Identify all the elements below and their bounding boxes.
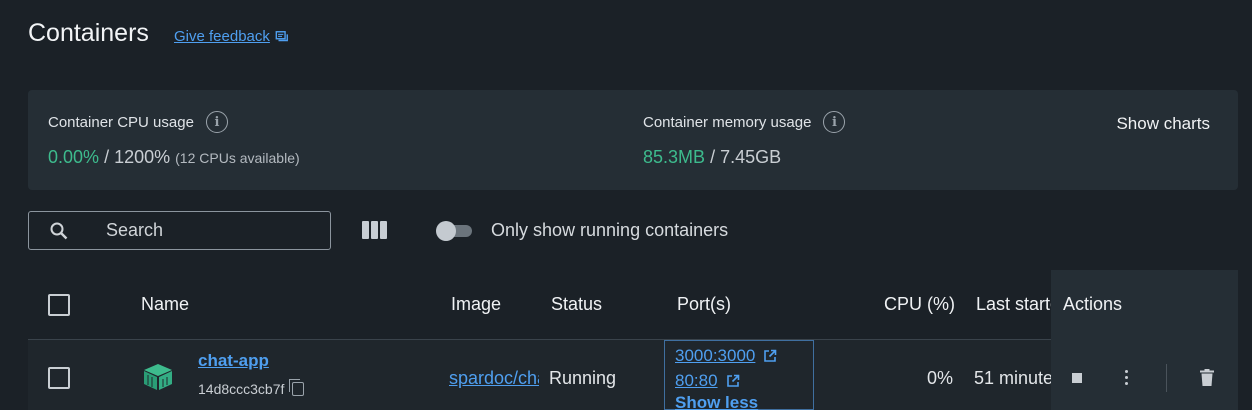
search-input[interactable] <box>106 220 306 241</box>
give-feedback-label: Give feedback <box>174 28 270 45</box>
column-cpu[interactable]: CPU (%) <box>884 294 955 315</box>
container-id: 14d8ccc3cb7f <box>198 379 305 397</box>
more-options-icon[interactable] <box>1125 370 1128 385</box>
cpu-total: / 1200% <box>104 147 171 167</box>
cpu-value: 0% <box>926 368 953 388</box>
stop-icon[interactable] <box>1072 373 1082 383</box>
info-icon[interactable]: i <box>823 111 846 133</box>
memory-usage-label-row: Container memory usage i <box>643 111 846 133</box>
show-less-link[interactable]: Show less <box>675 393 758 410</box>
columns-icon[interactable] <box>362 221 387 239</box>
column-ports[interactable]: Port(s) <box>677 294 731 315</box>
trash-icon[interactable] <box>1200 369 1214 386</box>
ports-cell: 3000:3000 80:80 Show less <box>664 340 814 410</box>
search-icon <box>50 222 68 239</box>
last-started-value: 51 minutes ago <box>974 368 1051 388</box>
column-actions: Actions <box>1063 294 1123 314</box>
external-link-icon <box>726 374 739 387</box>
external-link-icon <box>764 349 777 362</box>
container-id-text: 14d8ccc3cb7f <box>198 381 285 397</box>
give-feedback-link[interactable]: Give feedback <box>174 28 289 45</box>
column-last-started[interactable]: Last started <box>976 294 1051 315</box>
image-link[interactable]: spardoc/chat-app <box>449 368 539 389</box>
show-charts-button[interactable]: Show charts <box>1116 114 1210 134</box>
cpu-usage-label: Container CPU usage <box>48 113 194 131</box>
status-text: Running <box>549 368 617 388</box>
column-status[interactable]: Status <box>551 294 602 315</box>
memory-usage-value: 85.3MB / 7.45GB <box>643 147 781 168</box>
container-icon <box>144 364 172 390</box>
running-only-toggle[interactable] <box>436 221 472 241</box>
memory-usage-label: Container memory usage <box>643 113 812 131</box>
cpu-usage-label-row: Container CPU usage i <box>48 111 228 133</box>
running-only-label: Only show running containers <box>491 220 729 240</box>
port-link[interactable]: 80:80 <box>675 368 803 393</box>
action-divider <box>1166 364 1167 392</box>
info-icon[interactable]: i <box>205 111 228 133</box>
cpu-used: 0.00% <box>48 147 100 167</box>
page-title: Containers <box>28 19 149 47</box>
port-link[interactable]: 3000:3000 <box>675 343 803 368</box>
usage-panel: Container CPU usage i 0.00% / 1200% (12 … <box>28 90 1238 190</box>
port-label: 80:80 <box>675 370 718 390</box>
cpu-usage-value: 0.00% / 1200% (12 CPUs available) <box>48 147 300 168</box>
column-name[interactable]: Name <box>141 294 189 315</box>
search-box[interactable] <box>28 211 331 250</box>
row-checkbox[interactable] <box>48 367 70 389</box>
select-all-checkbox[interactable] <box>48 294 70 316</box>
column-image[interactable]: Image <box>451 294 501 315</box>
actions-column: Actions <box>1051 270 1238 410</box>
port-label: 3000:3000 <box>675 345 756 365</box>
cpu-note: (12 CPUs available) <box>175 150 300 166</box>
copy-icon[interactable] <box>289 379 305 396</box>
feedback-icon <box>275 30 288 41</box>
memory-used: 85.3MB <box>643 147 706 167</box>
memory-total: / 7.45GB <box>710 147 782 167</box>
container-name-link[interactable]: chat-app <box>198 351 269 371</box>
